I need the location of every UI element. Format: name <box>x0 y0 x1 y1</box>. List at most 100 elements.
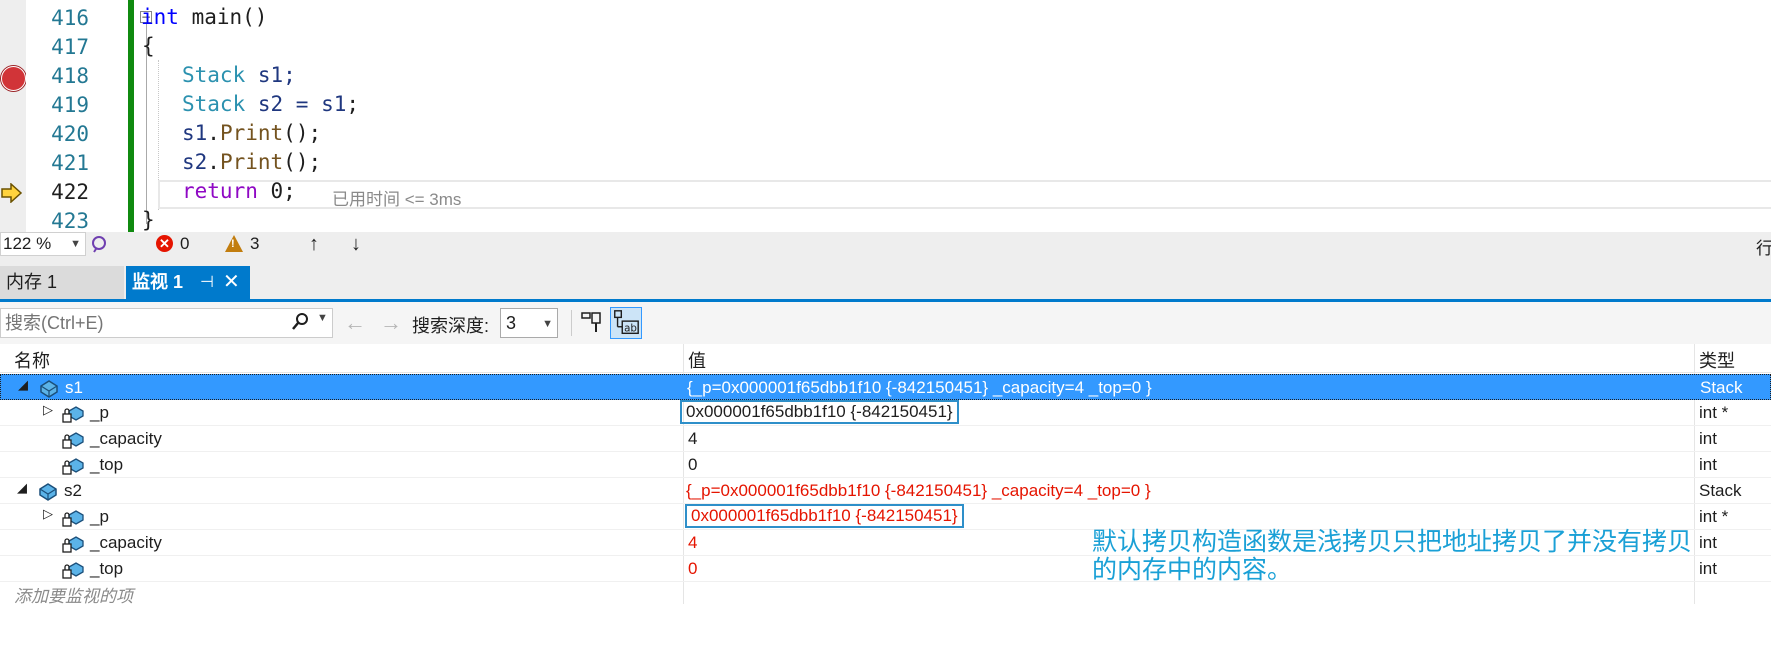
watch-row-s1-top[interactable]: _top 0 int <box>0 452 1771 478</box>
expand-triangle-icon[interactable]: ▷ <box>43 506 53 522</box>
zoom-level: 122 % <box>3 234 52 253</box>
expand-triangle-icon[interactable]: ▷ <box>43 402 53 418</box>
code-editor[interactable]: 416 417 418 419 420 421 422 423 − int ma… <box>0 0 1771 232</box>
warning-mark: ! <box>231 238 235 250</box>
search-input[interactable] <box>5 311 275 335</box>
search-depth-select[interactable]: 3 ▼ <box>500 308 558 338</box>
private-field-icon <box>62 510 84 527</box>
watch-type: Stack <box>1699 481 1742 500</box>
perf-tip[interactable]: 已用时间 <= 3ms <box>332 185 461 210</box>
toolbar-separator <box>571 310 572 336</box>
previous-issue-button[interactable]: ↑ <box>309 234 319 254</box>
watch-value-changed: 0x000001f65dbb1f10 {-842150451} <box>691 506 958 525</box>
private-field-icon <box>62 562 84 579</box>
code-line-421: s2.Print(); <box>182 150 322 174</box>
watch-type: int <box>1699 429 1717 448</box>
search-next-button[interactable]: → <box>380 310 402 336</box>
chevron-down-icon: ▼ <box>542 318 553 330</box>
search-depth-label: 搜索深度: <box>412 316 490 336</box>
watch-value-changed[interactable]: 0 <box>688 559 697 579</box>
close-icon[interactable]: ✕ <box>223 266 240 299</box>
zoom-dropdown[interactable]: 122 % ▼ <box>0 232 86 256</box>
column-header-type[interactable]: 类型 <box>1699 347 1735 373</box>
change-tracking-bar <box>128 0 134 232</box>
code-line-419: Stack s2 = s1; <box>182 92 360 116</box>
watch-value[interactable]: {_p=0x000001f65dbb1f10 {-842150451} _cap… <box>687 378 1152 398</box>
code-line-418: Stack s1; <box>182 63 296 87</box>
annotation-line: 的内存中的内容。 <box>1092 555 1293 584</box>
search-previous-button[interactable]: ← <box>344 310 366 336</box>
tab-label: 内存 1 <box>6 272 58 292</box>
watch-value[interactable]: 4 <box>688 429 697 449</box>
tab-label: 监视 1 <box>132 272 184 292</box>
watch-value-highlight[interactable]: 0x000001f65dbb1f10 {-842150451} <box>680 400 959 424</box>
intellicode-icon[interactable] <box>90 235 108 253</box>
watch-type: int <box>1699 455 1717 474</box>
search-box[interactable]: ▼ <box>0 308 333 338</box>
column-header-value[interactable]: 值 <box>688 347 706 373</box>
pin-to-source-icon[interactable] <box>580 310 604 336</box>
error-count[interactable]: 0 <box>180 234 189 254</box>
tab-watch-1[interactable]: 监视 1 ⊣ ✕ <box>126 266 250 299</box>
watch-row-s1-p[interactable]: ▷ _p 0x000001f65dbb1f10 {-842150451} int… <box>0 400 1771 426</box>
watch-grid[interactable]: 名称 值 类型 ◢ s1 {_p=0x000001f65dbb1f10 {-84… <box>0 344 1771 645</box>
watch-name: _p <box>90 507 109 526</box>
error-icon[interactable]: ✕ <box>156 235 173 252</box>
code-line-420: s1.Print(); <box>182 121 322 145</box>
breakpoint-icon[interactable] <box>1 66 26 91</box>
watch-value-changed[interactable]: {_p=0x000001f65dbb1f10 {-842150451} _cap… <box>686 481 1151 501</box>
watch-row-s1[interactable]: ◢ s1 {_p=0x000001f65dbb1f10 {-842150451}… <box>0 374 1771 400</box>
watch-name: _top <box>90 455 124 474</box>
watch-value[interactable]: 0 <box>688 455 697 475</box>
execution-pointer-icon <box>1 183 23 203</box>
hex-display-toggle-icon[interactable]: ab <box>610 307 642 339</box>
svg-text:ab: ab <box>624 322 637 334</box>
watch-value-changed[interactable]: 4 <box>688 533 697 553</box>
watch-row-s1-capacity[interactable]: _capacity 4 int <box>0 426 1771 452</box>
search-depth-value: 3 <box>506 313 517 333</box>
watch-value: 0x000001f65dbb1f10 {-842150451} <box>686 402 953 421</box>
watch-name: s1 <box>65 378 83 397</box>
watch-name: _capacity <box>90 533 162 552</box>
line-number-current: 422 <box>51 180 89 204</box>
code-line-422: return 0; <box>182 179 296 203</box>
line-number: 418 <box>51 64 89 88</box>
next-issue-button[interactable]: ↓ <box>351 234 361 254</box>
private-field-icon <box>62 432 84 449</box>
watch-type: int * <box>1699 403 1729 422</box>
private-field-icon <box>62 458 84 475</box>
watch-name: _top <box>90 559 124 578</box>
tab-memory-1[interactable]: 内存 1 <box>0 266 124 299</box>
annotation-text: 默认拷贝构造函数是浅拷贝只把地址拷贝了并没有拷贝 的内存中的内容。 <box>1092 528 1771 584</box>
line-number: 417 <box>51 35 89 59</box>
watch-row-s2[interactable]: ◢ s2 {_p=0x000001f65dbb1f10 {-842150451}… <box>0 478 1771 504</box>
grid-header: 名称 值 类型 <box>0 344 1771 373</box>
search-icon[interactable] <box>291 312 309 332</box>
line-number: 421 <box>51 151 89 175</box>
line-number: 420 <box>51 122 89 146</box>
line-number: 419 <box>51 93 89 117</box>
chevron-down-icon: ▼ <box>70 238 81 250</box>
code-line-416: int main() <box>141 5 268 29</box>
line-number: 416 <box>51 6 89 30</box>
watch-value-highlight[interactable]: 0x000001f65dbb1f10 {-842150451} <box>685 504 964 528</box>
pin-icon[interactable]: ⊣ <box>200 266 214 299</box>
annotation-line: 默认拷贝构造函数是浅拷贝只把地址拷贝了并没有拷贝 <box>1092 527 1693 556</box>
editor-status-bar: 122 % ▼ ✕ 0 ! 3 ↑ ↓ 行 <box>0 232 1771 258</box>
private-field-icon <box>62 406 84 423</box>
column-header-name[interactable]: 名称 <box>14 347 50 373</box>
private-field-icon <box>62 536 84 553</box>
watch-name: s2 <box>64 481 82 500</box>
object-icon <box>39 483 57 501</box>
code-line-423: } <box>142 208 155 232</box>
tool-window-tab-strip: 内存 1 监视 1 ⊣ ✕ <box>0 258 1771 302</box>
warning-count[interactable]: 3 <box>250 234 259 254</box>
code-line-417: { <box>142 34 155 58</box>
object-icon <box>40 380 58 398</box>
collapse-triangle-icon[interactable]: ◢ <box>18 377 28 393</box>
add-watch-item[interactable]: 添加要监视的项 <box>14 582 133 607</box>
line-indicator: 行 <box>1756 239 1771 258</box>
chevron-down-icon[interactable]: ▼ <box>317 312 328 324</box>
collapse-triangle-icon[interactable]: ◢ <box>17 480 27 496</box>
watch-type: int * <box>1699 507 1729 526</box>
